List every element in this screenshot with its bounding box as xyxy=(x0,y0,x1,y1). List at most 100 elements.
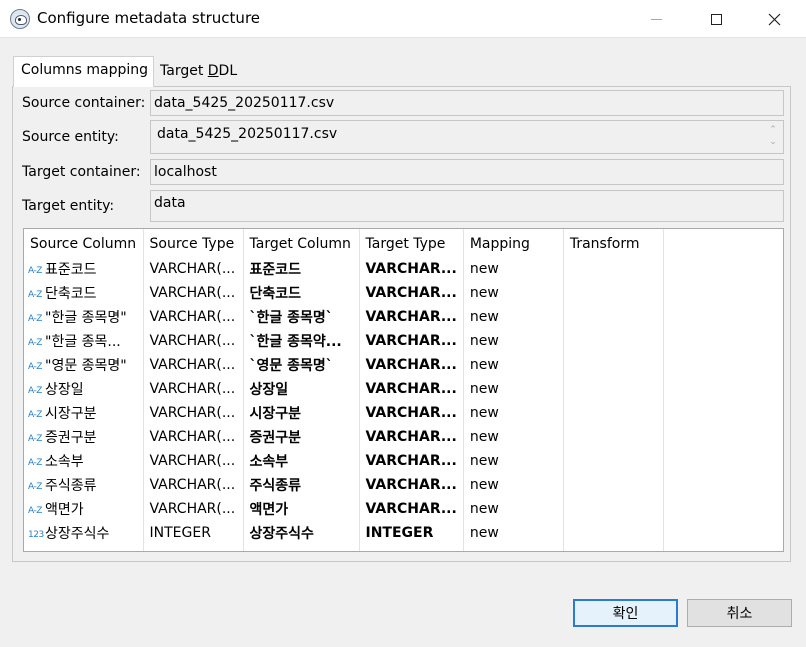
source-type-cell[interactable]: VARCHAR(... xyxy=(143,473,244,497)
target-type-cell[interactable]: VARCHAR... xyxy=(359,497,464,521)
target-type-cell[interactable]: VARCHAR... xyxy=(359,425,464,449)
column-header-source-type[interactable]: Source Type xyxy=(143,229,244,257)
target-column-cell[interactable]: 시장구분 xyxy=(243,401,360,425)
table-row[interactable]: A-Z 표준코드 VARCHAR(... 표준코드 VARCHAR... new xyxy=(24,257,664,281)
target-entity-field[interactable]: data xyxy=(150,190,784,222)
table-row[interactable]: A-Z 소속부 VARCHAR(... 소속부 VARCHAR... new xyxy=(24,449,664,473)
mapping-cell[interactable]: new xyxy=(463,377,564,401)
target-column-cell[interactable]: 단축코드 xyxy=(243,281,360,305)
cancel-button[interactable]: 취소 xyxy=(687,599,792,627)
table-row[interactable]: A-Z 주식종류 VARCHAR(... 주식종류 VARCHAR... new xyxy=(24,473,664,497)
source-column-cell[interactable]: A-Z 주식종류 xyxy=(24,473,144,497)
mapping-cell[interactable]: new xyxy=(463,401,564,425)
transform-cell[interactable] xyxy=(563,473,664,497)
target-type-cell[interactable]: VARCHAR... xyxy=(359,305,464,329)
target-column-cell[interactable]: 액면가 xyxy=(243,497,360,521)
mapping-cell[interactable]: new xyxy=(463,473,564,497)
column-header-mapping[interactable]: Mapping xyxy=(463,229,564,257)
target-type-cell[interactable]: VARCHAR... xyxy=(359,473,464,497)
source-column-cell[interactable]: A-Z 시장구분 xyxy=(24,401,144,425)
source-column-cell[interactable]: 123상장주식수 xyxy=(24,521,144,545)
column-header-target-column[interactable]: Target Column xyxy=(243,229,360,257)
source-column-cell[interactable]: A-Z 단축코드 xyxy=(24,281,144,305)
source-column-cell[interactable]: A-Z 상장일 xyxy=(24,377,144,401)
table-row[interactable]: A-Z 증권구분 VARCHAR(... 증권구분 VARCHAR... new xyxy=(24,425,664,449)
source-type-cell[interactable]: VARCHAR(... xyxy=(143,425,244,449)
transform-cell[interactable] xyxy=(563,353,664,377)
transform-cell[interactable] xyxy=(563,449,664,473)
tab-target-ddl[interactable]: Target DDL xyxy=(154,60,242,87)
transform-cell[interactable] xyxy=(563,281,664,305)
column-header-transform[interactable]: Transform xyxy=(563,229,664,257)
target-column-cell[interactable]: 소속부 xyxy=(243,449,360,473)
target-type-cell[interactable]: VARCHAR... xyxy=(359,257,464,281)
source-column-cell[interactable]: A-Z 액면가 xyxy=(24,497,144,521)
scroll-arrows-icon[interactable]: ⌃ ⌄ xyxy=(767,124,779,148)
target-column-cell[interactable]: 상장일 xyxy=(243,377,360,401)
source-type-cell[interactable]: VARCHAR(... xyxy=(143,401,244,425)
source-type-cell[interactable]: INTEGER xyxy=(143,521,244,545)
target-type-cell[interactable]: VARCHAR... xyxy=(359,329,464,353)
target-type-cell[interactable]: INTEGER xyxy=(359,521,464,545)
close-button[interactable] xyxy=(751,0,797,38)
mapping-cell[interactable]: new xyxy=(463,305,564,329)
mapping-cell[interactable]: new xyxy=(463,449,564,473)
source-type-cell[interactable]: VARCHAR(... xyxy=(143,281,244,305)
tab-columns-mapping[interactable]: Columns mapping xyxy=(13,56,154,87)
transform-cell[interactable] xyxy=(563,497,664,521)
minimize-button[interactable] xyxy=(633,0,679,38)
columns-mapping-table[interactable]: Source Column Source Type Target Column … xyxy=(23,228,784,552)
source-entity-field[interactable]: data_5425_20250117.csv ⌃ ⌄ xyxy=(150,120,784,154)
mapping-cell[interactable]: new xyxy=(463,497,564,521)
target-column-cell[interactable]: `한글 종목약... xyxy=(243,329,360,353)
source-container-field[interactable]: data_5425_20250117.csv xyxy=(150,90,784,116)
table-row[interactable]: A-Z 상장일 VARCHAR(... 상장일 VARCHAR... new xyxy=(24,377,664,401)
target-column-cell[interactable]: `영문 종목명` xyxy=(243,353,360,377)
mapping-cell[interactable]: new xyxy=(463,257,564,281)
source-type-cell[interactable]: VARCHAR(... xyxy=(143,377,244,401)
target-column-cell[interactable]: 상장주식수 xyxy=(243,521,360,545)
table-row[interactable]: A-Z "영문 종목명" VARCHAR(... `영문 종목명` VARCHAR...… xyxy=(24,353,664,377)
mapping-cell[interactable]: new xyxy=(463,281,564,305)
transform-cell[interactable] xyxy=(563,425,664,449)
source-type-cell[interactable]: VARCHAR(... xyxy=(143,449,244,473)
target-type-cell[interactable]: VARCHAR... xyxy=(359,281,464,305)
mapping-cell[interactable]: new xyxy=(463,521,564,545)
target-type-cell[interactable]: VARCHAR... xyxy=(359,449,464,473)
source-type-cell[interactable]: VARCHAR(... xyxy=(143,353,244,377)
source-column-cell[interactable]: A-Z "한글 종목... xyxy=(24,329,144,353)
source-column-cell[interactable]: A-Z "영문 종목명" xyxy=(24,353,144,377)
source-type-cell[interactable]: VARCHAR(... xyxy=(143,497,244,521)
target-type-cell[interactable]: VARCHAR... xyxy=(359,353,464,377)
mapping-cell[interactable]: new xyxy=(463,425,564,449)
ok-button[interactable]: 확인 xyxy=(573,599,678,627)
target-type-cell[interactable]: VARCHAR... xyxy=(359,401,464,425)
target-column-cell[interactable]: 주식종류 xyxy=(243,473,360,497)
transform-cell[interactable] xyxy=(563,305,664,329)
source-column-cell[interactable]: A-Z 증권구분 xyxy=(24,425,144,449)
transform-cell[interactable] xyxy=(563,257,664,281)
target-container-field[interactable]: localhost xyxy=(150,159,784,185)
table-row[interactable]: A-Z 단축코드 VARCHAR(... 단축코드 VARCHAR... new xyxy=(24,281,664,305)
source-column-cell[interactable]: A-Z 표준코드 xyxy=(24,257,144,281)
transform-cell[interactable] xyxy=(563,401,664,425)
source-type-cell[interactable]: VARCHAR(... xyxy=(143,257,244,281)
maximize-button[interactable] xyxy=(693,0,739,38)
target-column-cell[interactable]: 표준코드 xyxy=(243,257,360,281)
target-type-cell[interactable]: VARCHAR... xyxy=(359,377,464,401)
transform-cell[interactable] xyxy=(563,377,664,401)
transform-cell[interactable] xyxy=(563,329,664,353)
mapping-cell[interactable]: new xyxy=(463,329,564,353)
column-header-target-type[interactable]: Target Type xyxy=(359,229,464,257)
source-type-cell[interactable]: VARCHAR(... xyxy=(143,305,244,329)
target-column-cell[interactable]: 증권구분 xyxy=(243,425,360,449)
table-row[interactable]: A-Z 시장구분 VARCHAR(... 시장구분 VARCHAR... new xyxy=(24,401,664,425)
column-header-source-column[interactable]: Source Column xyxy=(24,229,144,257)
table-row[interactable]: 123상장주식수 INTEGER 상장주식수 INTEGER new xyxy=(24,521,664,545)
table-row[interactable]: A-Z "한글 종목... VARCHAR(... `한글 종목약... VARCHAR… xyxy=(24,329,664,353)
source-column-cell[interactable]: A-Z "한글 종목명" xyxy=(24,305,144,329)
source-column-cell[interactable]: A-Z 소속부 xyxy=(24,449,144,473)
transform-cell[interactable] xyxy=(563,521,664,545)
source-type-cell[interactable]: VARCHAR(... xyxy=(143,329,244,353)
mapping-cell[interactable]: new xyxy=(463,353,564,377)
